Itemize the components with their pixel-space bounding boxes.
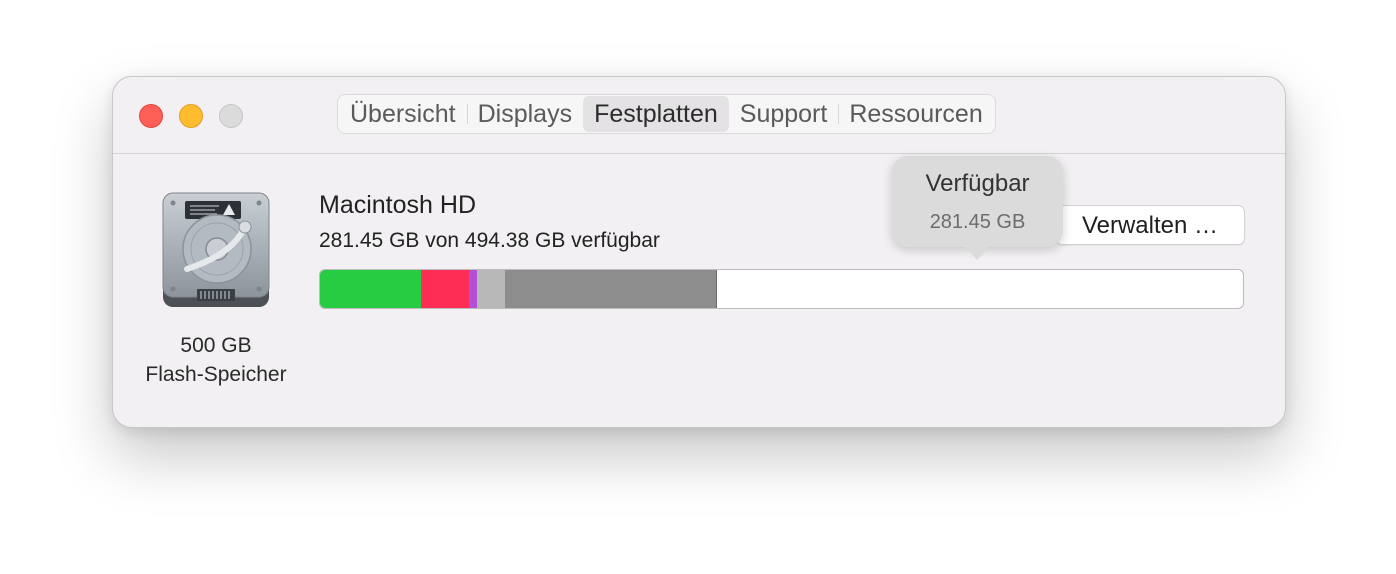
hard-drive-icon — [157, 191, 275, 313]
storage-segment-apps[interactable] — [320, 270, 421, 308]
storage-segment-documents[interactable] — [421, 270, 469, 308]
title-bar: Übersicht Displays Festplatten Support R… — [113, 77, 1285, 154]
storage-tooltip: Verfügbar 281.45 GB — [892, 156, 1063, 260]
disk-type: Flash-Speicher — [145, 363, 287, 386]
tooltip-value: 281.45 GB — [929, 211, 1026, 233]
about-this-mac-window: Übersicht Displays Festplatten Support R… — [112, 76, 1286, 428]
disk-capacity: 500 GB — [180, 334, 252, 357]
tab-bar: Übersicht Displays Festplatten Support R… — [337, 94, 996, 134]
tab-storage[interactable]: Festplatten — [583, 96, 729, 132]
storage-segment-system[interactable] — [505, 270, 717, 308]
tab-overview[interactable]: Übersicht — [339, 96, 467, 132]
storage-segment-photos[interactable] — [469, 270, 477, 308]
close-window-button[interactable] — [139, 104, 163, 128]
storage-segment-other[interactable] — [477, 270, 505, 308]
zoom-window-button[interactable] — [219, 104, 243, 128]
storage-segment-free[interactable] — [717, 270, 1243, 308]
tab-support[interactable]: Support — [729, 96, 839, 132]
volume-name: Macintosh HD — [319, 191, 476, 219]
tab-resources[interactable]: Ressourcen — [838, 96, 993, 132]
volume-availability: 281.45 GB von 494.38 GB verfügbar — [319, 229, 660, 252]
tooltip-title: Verfügbar — [925, 170, 1030, 197]
tab-displays[interactable]: Displays — [466, 96, 583, 132]
minimize-window-button[interactable] — [179, 104, 203, 128]
storage-usage-bar[interactable] — [319, 269, 1244, 309]
disk-caption: 500 GB Flash-Speicher — [121, 331, 311, 389]
manage-storage-button[interactable]: Verwalten … — [1055, 205, 1245, 245]
